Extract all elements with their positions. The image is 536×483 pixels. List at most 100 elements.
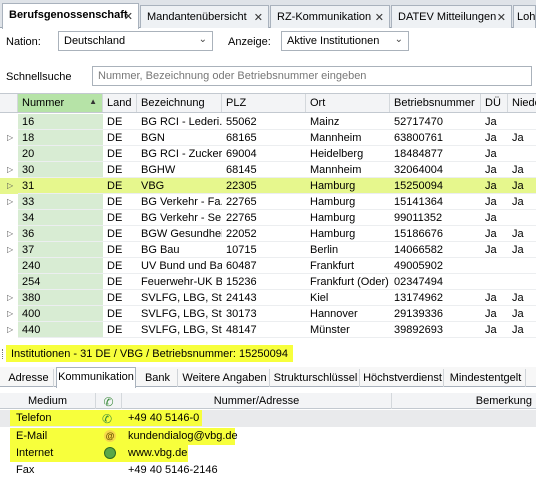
table-row[interactable]: ▷ 18 DE BGN 68165 Mannheim 63800761 Ja Ja <box>0 130 536 146</box>
table-row[interactable]: 16 DE BG RCI - Lederi... 55062 Mainz 52717470… <box>0 114 536 130</box>
expand-arrow-icon[interactable]: ▷ <box>7 181 13 190</box>
cell-nie <box>508 146 536 162</box>
tab-kommunikation[interactable]: Kommunikation <box>56 367 136 388</box>
phone-icon: ✆ <box>103 395 114 409</box>
medium-cell: Internet <box>16 447 54 459</box>
document-tab-bar: Berufsgenossenschaft ✕ Mandantenübersich… <box>0 0 536 29</box>
expand-arrow-icon[interactable]: ▷ <box>7 229 13 238</box>
cell-du: Ja <box>485 228 497 240</box>
tab-hoechstverdienst[interactable]: Höchstverdienst <box>362 369 444 387</box>
komm-row-internet[interactable]: Internet www.vbg.de <box>0 445 536 462</box>
table-row[interactable]: ▷ 400 DE SVLFG, LBG, St... 30173 Hannover 2913… <box>0 306 536 322</box>
tab-label: Bank <box>144 372 171 384</box>
table-row[interactable]: 254 DE Feuerwehr-UK B... 15236 Frankfurt (Od… <box>0 274 536 290</box>
cell-plz: 22765 <box>226 212 257 224</box>
cell-land: DE <box>107 260 123 272</box>
expand-arrow-icon[interactable]: ▷ <box>7 309 13 318</box>
cell-plz: 68165 <box>226 132 257 144</box>
column-header-nummer[interactable]: Nummer ▲ <box>18 94 103 112</box>
column-header-nummer-adresse[interactable]: Nummer/Adresse <box>122 393 392 409</box>
detail-tab-bar: Adresse Kommunikation Bank Weitere Angab… <box>0 367 536 388</box>
column-header-icon[interactable]: ✆ <box>96 393 122 409</box>
search-input[interactable]: Nummer, Bezeichnung oder Betriebsnummer … <box>92 66 532 86</box>
medium-cell: Telefon <box>16 412 52 424</box>
cell-du: Ja <box>485 324 497 336</box>
column-header-du[interactable]: DÜ <box>481 94 508 112</box>
cell-nie <box>508 258 536 274</box>
status-text: Institutionen - 31 DE / VBG / Betriebsnu… <box>6 345 293 362</box>
tab-label: Höchstverdienst <box>363 372 442 384</box>
cell-nie: Ja <box>512 164 524 176</box>
cell-plz: 10715 <box>226 244 257 256</box>
tab-strukturschluessel[interactable]: Strukturschlüssel <box>272 369 360 387</box>
column-header-land[interactable]: Land <box>103 94 137 112</box>
komm-row-telefon[interactable]: Telefon ✆ +49 40 5146-0 <box>0 410 536 427</box>
expand-arrow-icon[interactable]: ▷ <box>7 293 13 302</box>
table-row[interactable]: ▷ 440 DE SVLFG, LBG, St... 48147 Münster 39892… <box>0 322 536 338</box>
cell-bnr: 13174962 <box>394 292 443 304</box>
close-icon[interactable]: ✕ <box>124 10 133 23</box>
table-row[interactable]: 240 DE UV Bund und Ba... 60487 Frankfurt 4900… <box>0 258 536 274</box>
expand-arrow-icon[interactable]: ▷ <box>7 197 13 206</box>
cell-ort: Frankfurt <box>310 260 355 272</box>
cell-du: Ja <box>485 116 497 128</box>
tab-bank[interactable]: Bank <box>138 369 178 387</box>
cell-nie: Ja <box>512 132 524 144</box>
anzeige-select[interactable]: Aktive Institutionen ⌄ <box>281 31 409 51</box>
cell-nie: Ja <box>512 292 524 304</box>
cell-land: DE <box>107 228 123 240</box>
table-row[interactable]: 20 DE BG RCI - Zucker 69004 Heidelberg 184848… <box>0 146 536 162</box>
column-header-bemerkung[interactable]: Bemerkung <box>392 393 536 409</box>
cell-bnr: 18484877 <box>394 148 443 160</box>
tab-lohn[interactable]: Lohn <box>513 5 536 28</box>
tab-mindestentgelt[interactable]: Mindestentgelt <box>446 369 526 387</box>
tab-mandantenuebersicht[interactable]: Mandantenübersicht ✕ <box>140 5 269 28</box>
tab-berufsgenossenschaft[interactable]: Berufsgenossenschaft ✕ <box>2 3 139 29</box>
nation-select[interactable]: Deutschland ⌄ <box>58 31 213 51</box>
header-label: Land <box>107 97 132 109</box>
at-icon: @ <box>104 430 116 442</box>
tab-weitere-angaben[interactable]: Weitere Angaben <box>180 369 270 387</box>
anzeige-value: Aktive Institutionen <box>287 35 380 47</box>
expand-arrow-icon[interactable]: ▷ <box>7 165 13 174</box>
splitter-grip-icon[interactable] <box>2 349 5 359</box>
komm-row-email[interactable]: E-Mail @ kundendialog@vbg.de <box>0 428 536 445</box>
header-label: Ort <box>310 97 326 109</box>
column-header-ort[interactable]: Ort <box>306 94 390 112</box>
selection-status: Institutionen - 31 DE / VBG / Betriebsnu… <box>0 345 536 363</box>
close-icon[interactable]: ✕ <box>497 11 506 24</box>
header-label: Nummer <box>22 97 65 109</box>
tab-datev-mitteilungen[interactable]: DATEV Mitteilungen ✕ <box>391 5 512 28</box>
column-header-betriebsnummer[interactable]: Betriebsnummer <box>390 94 481 112</box>
cell-ort: Hamburg <box>310 180 356 192</box>
value-cell: +49 40 5146-2146 <box>128 464 218 476</box>
column-header-plz[interactable]: PLZ <box>222 94 306 112</box>
cell-ort: Kiel <box>310 292 329 304</box>
expand-arrow-icon[interactable]: ▷ <box>7 325 13 334</box>
cell-nummer: 380 <box>18 290 103 306</box>
close-icon[interactable]: ✕ <box>375 11 384 24</box>
cell-nie: Ja <box>512 228 524 240</box>
tab-adresse[interactable]: Adresse <box>4 369 54 387</box>
cell-plz: 22765 <box>226 196 257 208</box>
expand-arrow-icon[interactable]: ▷ <box>7 245 13 254</box>
cell-bnr: 02347494 <box>394 276 443 288</box>
column-header-niede[interactable]: Niede <box>508 94 536 112</box>
nation-label: Nation: <box>6 36 41 48</box>
table-row-selected[interactable]: ▷ 31 DE VBG 22305 Hamburg 15250094 Ja Ja <box>0 178 536 194</box>
table-row[interactable]: ▷ 33 DE BG Verkehr - Fa... 22765 Hamburg 15141… <box>0 194 536 210</box>
cell-bnr: 39892693 <box>394 324 443 336</box>
table-row[interactable]: ▷ 380 DE SVLFG, LBG, St... 24143 Kiel 13174962… <box>0 290 536 306</box>
komm-row-fax[interactable]: Fax +49 40 5146-2146 <box>0 462 536 479</box>
tab-rz-kommunikation[interactable]: RZ-Kommunikation ✕ <box>270 5 390 28</box>
table-row[interactable]: ▷ 37 DE BG Bau 10715 Berlin 14066582 Ja Ja <box>0 242 536 258</box>
table-row[interactable]: ▷ 30 DE BGHW 68145 Mannheim 32064004 Ja Ja <box>0 162 536 178</box>
expand-arrow-icon[interactable]: ▷ <box>7 133 13 142</box>
close-icon[interactable]: ✕ <box>254 11 263 24</box>
cell-nummer: 34 <box>18 210 103 226</box>
column-header-medium[interactable]: Medium <box>0 393 96 409</box>
column-header-bezeichnung[interactable]: Bezeichnung <box>137 94 222 112</box>
cell-bnr: 14066582 <box>394 244 443 256</box>
table-row[interactable]: 34 DE BG Verkehr - Se... 22765 Hamburg 990113… <box>0 210 536 226</box>
table-row[interactable]: ▷ 36 DE BGW Gesundhei... 22052 Hamburg 1518667… <box>0 226 536 242</box>
